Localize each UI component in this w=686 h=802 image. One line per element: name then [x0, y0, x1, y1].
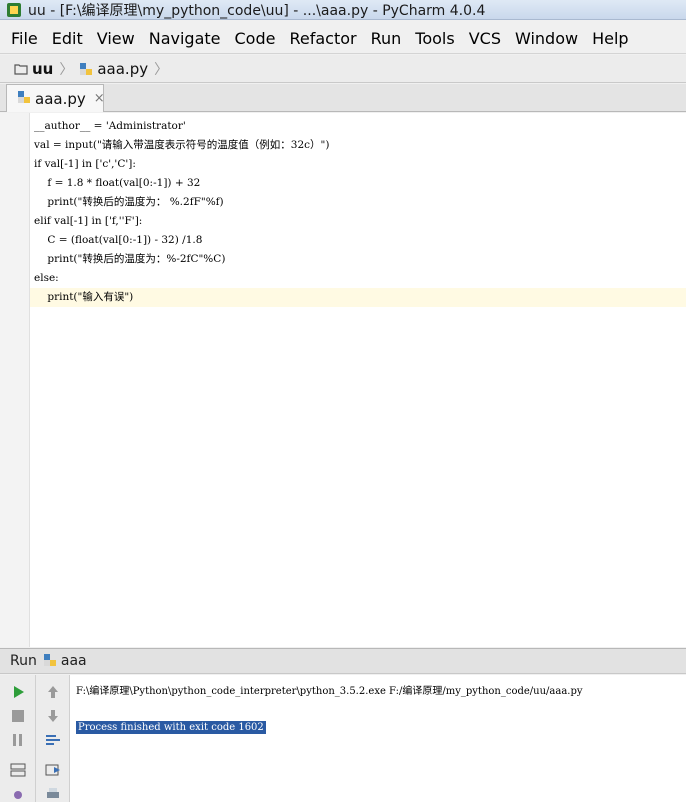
code-line: elif val[-1] in ['f,''F']: — [34, 215, 143, 227]
wrap-icon — [46, 735, 60, 745]
code-line: print("转换后的温度为：%-2fC"%C) — [34, 253, 226, 265]
code-area[interactable]: __author__ = 'Administrator' val = input… — [34, 117, 684, 307]
python-file-icon — [17, 89, 31, 108]
close-icon[interactable]: × — [94, 91, 105, 106]
code-line: __author__ = 'Administrator' — [34, 120, 186, 132]
code-line: print("输入有误") — [34, 291, 134, 303]
code-line: else: — [34, 272, 59, 284]
layout-button[interactable] — [6, 759, 30, 781]
menu-vcs[interactable]: VCS — [462, 24, 508, 54]
python-file-icon — [43, 652, 57, 671]
print-button[interactable] — [41, 783, 65, 802]
run-panel-header: Run aaa — [0, 648, 686, 674]
bug-icon — [14, 791, 22, 799]
export-icon — [45, 764, 60, 776]
menu-help[interactable]: Help — [585, 24, 635, 54]
export-button[interactable] — [41, 759, 65, 781]
menu-navigate[interactable]: Navigate — [142, 24, 228, 54]
console-exit-message: Process finished with exit code 1602 — [76, 721, 266, 734]
folder-icon — [14, 63, 28, 75]
layout-icon — [10, 763, 26, 777]
editor-gutter — [0, 113, 30, 647]
menu-refactor[interactable]: Refactor — [282, 24, 363, 54]
chevron-right-icon: 〉 — [154, 61, 169, 78]
pause-button[interactable] — [6, 729, 30, 751]
tab-label: aaa.py — [35, 89, 86, 108]
menu-tools[interactable]: Tools — [408, 24, 461, 54]
tab-aaa-py[interactable]: aaa.py × — [6, 84, 105, 112]
run-panel: F:\编译原理\Python\python_code_interpreter\p… — [0, 675, 686, 802]
run-toolbar-left — [0, 675, 36, 802]
run-toolbar-right — [36, 675, 70, 802]
window-title-bar: uu - [F:\编译原理\my_python_code\uu] - ...\a… — [0, 0, 686, 20]
print-icon — [47, 788, 59, 798]
soft-wrap-button[interactable] — [41, 729, 65, 751]
code-line: print("转换后的温度为： %.2fF"%f) — [34, 196, 224, 208]
stop-button[interactable] — [6, 705, 30, 727]
console-command-line: F:\编译原理\Python\python_code_interpreter\p… — [76, 686, 583, 697]
run-config-name[interactable]: aaa — [61, 653, 87, 669]
console-output[interactable]: F:\编译原理\Python\python_code_interpreter\p… — [76, 683, 583, 734]
arrow-down-icon — [48, 710, 58, 722]
editor-tab-bar: aaa.py × — [0, 84, 686, 112]
menu-edit[interactable]: Edit — [45, 24, 90, 54]
breadcrumb-file[interactable]: aaa.py — [79, 60, 148, 78]
code-line: C = (float(val[0:-1]) - 32) /1.8 — [34, 234, 203, 246]
pycharm-app-icon — [6, 2, 22, 18]
breadcrumb-project-label: uu — [32, 59, 54, 78]
scroll-up-button[interactable] — [41, 681, 65, 703]
scroll-down-button[interactable] — [41, 705, 65, 727]
menu-run[interactable]: Run — [364, 24, 409, 54]
rerun-button[interactable] — [6, 681, 30, 703]
menu-file[interactable]: File — [4, 24, 45, 54]
breadcrumb-file-label: aaa.py — [97, 59, 149, 78]
breadcrumb: uu 〉 aaa.py 〉 — [0, 55, 686, 83]
play-icon — [14, 686, 24, 698]
window-title: uu - [F:\编译原理\my_python_code\uu] - ...\a… — [28, 2, 486, 19]
menu-code[interactable]: Code — [228, 24, 283, 54]
code-editor[interactable]: __author__ = 'Administrator' val = input… — [0, 113, 686, 647]
python-file-icon — [79, 62, 93, 76]
menu-bar: File Edit View Navigate Code Refactor Ru… — [0, 24, 686, 54]
code-line: val = input("请输入带温度表示符号的温度值（例如：32c）") — [34, 139, 330, 151]
menu-window[interactable]: Window — [508, 24, 585, 54]
arrow-up-icon — [48, 686, 58, 698]
code-line: f = 1.8 * float(val[0:-1]) + 32 — [34, 177, 201, 189]
code-line: if val[-1] in ['c','C']: — [34, 158, 136, 170]
debug-button[interactable] — [6, 783, 30, 802]
run-panel-title: Run — [10, 653, 37, 669]
menu-view[interactable]: View — [90, 24, 142, 54]
stop-icon — [12, 710, 24, 722]
pause-icon — [13, 734, 22, 746]
breadcrumb-project[interactable]: uu — [14, 60, 53, 78]
chevron-right-icon: 〉 — [59, 61, 74, 78]
